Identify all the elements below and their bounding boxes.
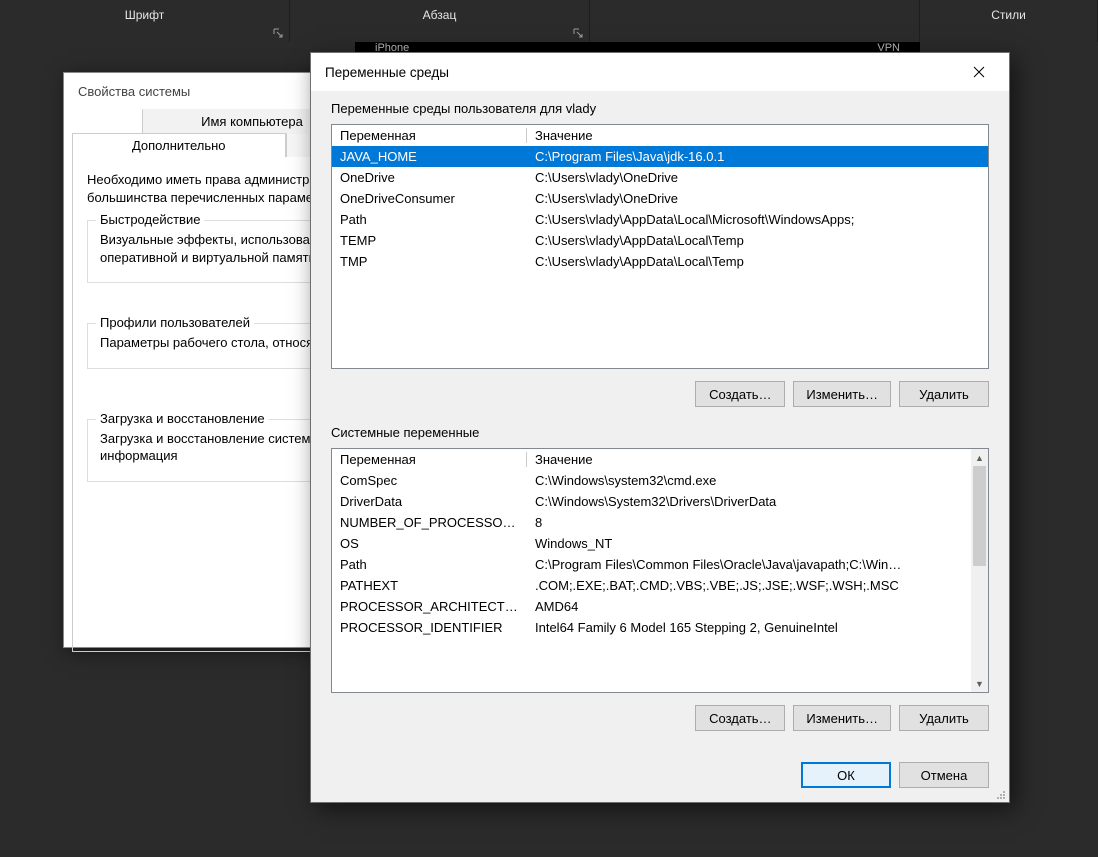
cell-variable: PATHEXT — [332, 575, 527, 596]
table-row[interactable]: JAVA_HOMEC:\Program Files\Java\jdk-16.0.… — [332, 146, 988, 167]
table-row[interactable]: OSWindows_NT — [332, 533, 971, 554]
scroll-track[interactable] — [971, 566, 988, 675]
cell-value: C:\Windows\system32\cmd.exe — [527, 470, 971, 491]
cell-variable: Path — [332, 209, 527, 230]
table-row[interactable]: NUMBER_OF_PROCESSORS8 — [332, 512, 971, 533]
edit-sys-var-button[interactable]: Изменить… — [793, 705, 891, 731]
cell-variable: PROCESSOR_IDENTIFIER — [332, 617, 527, 638]
group-performance-legend: Быстродействие — [96, 212, 204, 227]
ribbon: Шрифт Абзац Стили — [0, 0, 1098, 42]
cell-variable: OS — [332, 533, 527, 554]
dialog-launcher-icon[interactable] — [573, 28, 583, 38]
ribbon-group-label: Стили — [991, 8, 1026, 22]
cell-variable: DriverData — [332, 491, 527, 512]
cell-variable: TEMP — [332, 230, 527, 251]
delete-user-var-button[interactable]: Удалить — [899, 381, 989, 407]
dialog-launcher-icon[interactable] — [273, 28, 283, 38]
ok-button[interactable]: ОК — [801, 762, 891, 788]
table-row[interactable]: OneDriveConsumerC:\Users\vlady\OneDrive — [332, 188, 988, 209]
table-row[interactable]: PATHEXT.COM;.EXE;.BAT;.CMD;.VBS;.VBE;.JS… — [332, 575, 971, 596]
cell-value: Intel64 Family 6 Model 165 Stepping 2, G… — [527, 617, 971, 638]
cell-value: C:\Program Files\Java\jdk-16.0.1 — [527, 146, 988, 167]
sysprops-title: Свойства системы — [78, 84, 190, 99]
ribbon-group-label: Абзац — [423, 8, 457, 22]
table-row[interactable]: PathC:\Users\vlady\AppData\Local\Microso… — [332, 209, 988, 230]
system-vars-label: Системные переменные — [331, 425, 989, 440]
cell-variable: OneDriveConsumer — [332, 188, 527, 209]
cell-variable: NUMBER_OF_PROCESSORS — [332, 512, 527, 533]
table-row[interactable]: ComSpecC:\Windows\system32\cmd.exe — [332, 470, 971, 491]
cell-value: C:\Users\vlady\OneDrive — [527, 167, 988, 188]
close-button[interactable] — [959, 57, 999, 87]
ribbon-group-empty — [590, 0, 920, 42]
resize-grip-icon[interactable] — [995, 788, 1007, 800]
col-value[interactable]: Значение — [527, 125, 988, 146]
user-vars-label: Переменные среды пользователя для vlady — [331, 101, 989, 116]
cell-value: C:\Users\vlady\AppData\Local\Temp — [527, 230, 988, 251]
user-vars-buttons: Создать… Изменить… Удалить — [331, 381, 989, 407]
system-vars-list[interactable]: Переменная Значение ComSpecC:\Windows\sy… — [331, 448, 989, 693]
system-vars-section: Системные переменные Переменная Значение… — [331, 425, 989, 731]
close-icon — [973, 66, 985, 78]
table-row[interactable]: TEMPC:\Users\vlady\AppData\Local\Temp — [332, 230, 988, 251]
environment-variables-dialog: Переменные среды Переменные среды пользо… — [310, 52, 1010, 803]
cell-value: .COM;.EXE;.BAT;.CMD;.VBS;.VBE;.JS;.JSE;.… — [527, 575, 971, 596]
table-row[interactable]: PathC:\Program Files\Common Files\Oracle… — [332, 554, 971, 575]
table-row[interactable]: DriverDataC:\Windows\System32\Drivers\Dr… — [332, 491, 971, 512]
col-value-label: Значение — [535, 452, 593, 467]
cell-variable: OneDrive — [332, 167, 527, 188]
col-variable[interactable]: Переменная — [332, 449, 527, 470]
cell-value: C:\Users\vlady\AppData\Local\Microsoft\W… — [527, 209, 988, 230]
table-row[interactable]: OneDriveC:\Users\vlady\OneDrive — [332, 167, 988, 188]
user-vars-table: Переменная Значение JAVA_HOMEC:\Program … — [332, 125, 988, 272]
cell-value: C:\Windows\System32\Drivers\DriverData — [527, 491, 971, 512]
ribbon-group-font: Шрифт — [0, 0, 290, 42]
new-user-var-button[interactable]: Создать… — [695, 381, 785, 407]
cell-variable: Path — [332, 554, 527, 575]
cell-value: C:\Users\vlady\OneDrive — [527, 188, 988, 209]
cell-variable: TMP — [332, 251, 527, 272]
system-vars-buttons: Создать… Изменить… Удалить — [331, 705, 989, 731]
system-vars-table: Переменная Значение ComSpecC:\Windows\sy… — [332, 449, 971, 638]
scrollbar[interactable]: ▲ ▼ — [971, 449, 988, 692]
cell-value: 8 — [527, 512, 971, 533]
cancel-button[interactable]: Отмена — [899, 762, 989, 788]
ribbon-group-paragraph: Абзац — [290, 0, 590, 42]
new-sys-var-button[interactable]: Создать… — [695, 705, 785, 731]
cell-variable: JAVA_HOME — [332, 146, 527, 167]
env-title: Переменные среды — [325, 65, 449, 80]
edit-user-var-button[interactable]: Изменить… — [793, 381, 891, 407]
scroll-thumb[interactable] — [973, 466, 986, 566]
cell-value: C:\Users\vlady\AppData\Local\Temp — [527, 251, 988, 272]
table-row[interactable]: PROCESSOR_ARCHITECTU…AMD64 — [332, 596, 971, 617]
col-variable[interactable]: Переменная — [332, 125, 527, 146]
user-vars-section: Переменные среды пользователя для vlady … — [331, 101, 989, 407]
ribbon-group-label: Шрифт — [125, 8, 164, 22]
user-vars-list[interactable]: Переменная Значение JAVA_HOMEC:\Program … — [331, 124, 989, 369]
delete-sys-var-button[interactable]: Удалить — [899, 705, 989, 731]
col-variable-label: Переменная — [340, 128, 416, 143]
scroll-down-icon[interactable]: ▼ — [971, 675, 988, 692]
cell-variable: PROCESSOR_ARCHITECTU… — [332, 596, 527, 617]
table-row[interactable]: TMPC:\Users\vlady\AppData\Local\Temp — [332, 251, 988, 272]
cell-value: C:\Program Files\Common Files\Oracle\Jav… — [527, 554, 971, 575]
group-startup-legend: Загрузка и восстановление — [96, 411, 269, 426]
tab-advanced[interactable]: Дополнительно — [72, 133, 286, 157]
col-variable-label: Переменная — [340, 452, 416, 467]
cell-value: Windows_NT — [527, 533, 971, 554]
dialog-footer: ОК Отмена — [311, 750, 1009, 802]
ribbon-group-styles: Стили — [920, 0, 1098, 42]
col-value[interactable]: Значение — [527, 449, 971, 470]
scroll-up-icon[interactable]: ▲ — [971, 449, 988, 466]
table-row[interactable]: PROCESSOR_IDENTIFIERIntel64 Family 6 Mod… — [332, 617, 971, 638]
group-profiles-legend: Профили пользователей — [96, 315, 254, 330]
env-titlebar[interactable]: Переменные среды — [311, 53, 1009, 91]
cell-variable: ComSpec — [332, 470, 527, 491]
col-value-label: Значение — [535, 128, 593, 143]
env-body: Переменные среды пользователя для vlady … — [311, 91, 1009, 750]
cell-value: AMD64 — [527, 596, 971, 617]
